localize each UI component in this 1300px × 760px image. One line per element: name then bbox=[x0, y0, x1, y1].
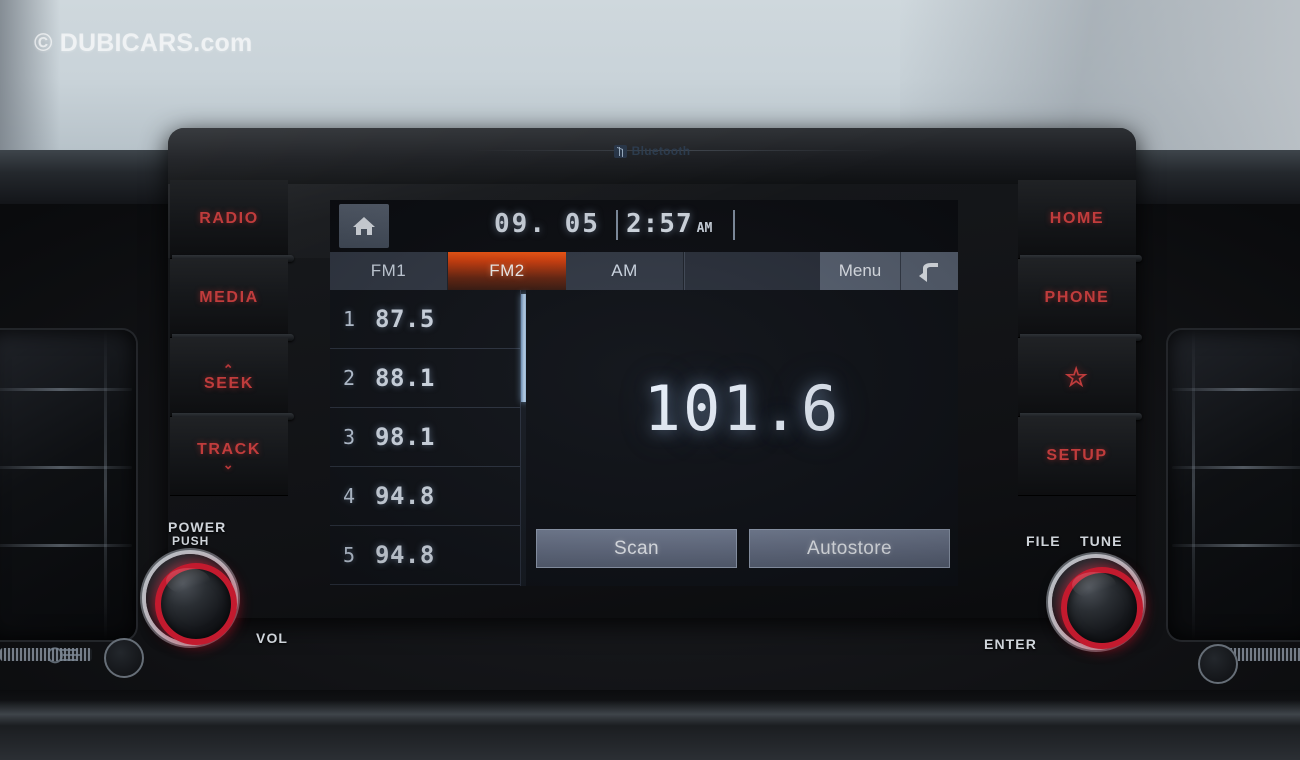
preset-number: 3 bbox=[343, 425, 356, 449]
tab-bar-filler bbox=[684, 252, 820, 290]
bluetooth-icon bbox=[613, 144, 627, 158]
scan-button[interactable]: Scan bbox=[536, 529, 737, 568]
phone-button-label: PHONE bbox=[1044, 289, 1110, 306]
status-separator bbox=[616, 210, 618, 240]
preset-list: 1 87.5 2 88.1 3 98.1 4 94.8 5 94.8 bbox=[330, 290, 528, 586]
infotainment-screen: 09. 05 2:57 AM FM1 FM2 AM Menu 1 87.5 2 … bbox=[330, 200, 958, 586]
left-button-column: RADIO MEDIA ⌃ SEEK TRACK ⌄ bbox=[170, 180, 294, 496]
right-button-column: HOME PHONE ☆ SETUP bbox=[1018, 180, 1142, 496]
preset-row[interactable]: 3 98.1 bbox=[330, 408, 526, 467]
bluetooth-label: Bluetooth bbox=[631, 144, 691, 158]
preset-frequency: 94.8 bbox=[375, 482, 435, 510]
vent-divider bbox=[104, 330, 107, 640]
tune-label: TUNE bbox=[1080, 533, 1123, 549]
preset-number: 1 bbox=[343, 307, 356, 331]
favorite-star-button[interactable]: ☆ bbox=[1018, 338, 1142, 420]
tune-enter-knob[interactable] bbox=[1052, 558, 1143, 649]
preset-frequency: 87.5 bbox=[375, 305, 435, 333]
dashboard-trim-sheen bbox=[0, 700, 1300, 726]
tab-am[interactable]: AM bbox=[566, 252, 684, 290]
tab-fm1-label: FM1 bbox=[370, 261, 407, 280]
preset-frequency: 98.1 bbox=[375, 423, 435, 451]
status-separator bbox=[733, 210, 735, 240]
vent-direction-dial-left[interactable] bbox=[104, 638, 144, 678]
radio-button-label: RADIO bbox=[199, 210, 259, 227]
seek-button-label: SEEK bbox=[204, 374, 254, 392]
seek-button[interactable]: ⌃ SEEK bbox=[170, 338, 294, 420]
tab-am-label: AM bbox=[611, 261, 638, 280]
screen-content: 1 87.5 2 88.1 3 98.1 4 94.8 5 94.8 101.6… bbox=[330, 290, 958, 586]
status-time-meridiem: AM bbox=[696, 221, 713, 236]
volume-label: VOL bbox=[256, 630, 289, 646]
preset-frequency: 88.1 bbox=[375, 364, 435, 392]
menu-button[interactable]: Menu bbox=[820, 252, 900, 290]
preset-row[interactable]: 2 88.1 bbox=[330, 349, 526, 408]
phone-button[interactable]: PHONE bbox=[1018, 259, 1142, 341]
tuner-panel: 101.6 Scan Autostore bbox=[526, 290, 958, 586]
home-button-label: HOME bbox=[1049, 210, 1105, 227]
media-button[interactable]: MEDIA bbox=[170, 259, 294, 341]
air-vent-left[interactable] bbox=[0, 330, 136, 640]
current-frequency: 101.6 bbox=[643, 372, 841, 445]
home-icon bbox=[353, 217, 375, 235]
status-time-value: 2:57 bbox=[626, 209, 693, 239]
status-date: 09. 05 bbox=[494, 209, 600, 239]
preset-number: 2 bbox=[343, 366, 356, 390]
bluetooth-badge: Bluetooth bbox=[168, 144, 1136, 158]
scan-button-label: Scan bbox=[614, 537, 659, 559]
vent-slat bbox=[0, 466, 132, 469]
setup-button-label: SETUP bbox=[1046, 447, 1108, 464]
radio-button[interactable]: RADIO bbox=[170, 180, 294, 262]
autostore-button-label: Autostore bbox=[807, 537, 892, 559]
vent-slat bbox=[0, 544, 132, 547]
back-arrow-icon bbox=[918, 263, 938, 282]
vent-direction-dial-right[interactable] bbox=[1198, 644, 1238, 684]
screen-status-bar: 09. 05 2:57 AM bbox=[330, 200, 958, 252]
vent-slat bbox=[0, 388, 132, 391]
preset-number: 4 bbox=[343, 484, 356, 508]
band-tab-bar: FM1 FM2 AM Menu bbox=[330, 252, 958, 290]
watermark: © DUBICARS.com bbox=[34, 29, 253, 57]
file-label: FILE bbox=[1026, 533, 1061, 549]
screen-home-button[interactable] bbox=[339, 204, 389, 248]
back-button[interactable] bbox=[900, 252, 958, 290]
tab-fm1[interactable]: FM1 bbox=[330, 252, 448, 290]
menu-button-label: Menu bbox=[838, 261, 882, 280]
autostore-button[interactable]: Autostore bbox=[749, 529, 950, 568]
preset-row[interactable]: 1 87.5 bbox=[330, 290, 526, 349]
home-button[interactable]: HOME bbox=[1018, 180, 1142, 262]
preset-number: 5 bbox=[343, 543, 356, 567]
star-icon: ☆ bbox=[1064, 362, 1090, 392]
chevron-down-icon: ⌄ bbox=[222, 456, 236, 472]
power-knob-label: POWER bbox=[168, 519, 227, 535]
car-infotainment-scene: Bluetooth RADIO MEDIA ⌃ SEEK TRACK ⌄ HOM… bbox=[0, 0, 1300, 760]
track-button[interactable]: TRACK ⌄ bbox=[170, 417, 288, 496]
track-button-label: TRACK bbox=[197, 440, 261, 458]
enter-label: ENTER bbox=[984, 636, 1037, 652]
power-volume-knob[interactable] bbox=[146, 554, 237, 645]
airflow-icon bbox=[48, 647, 81, 664]
media-button-label: MEDIA bbox=[199, 289, 259, 306]
setup-button[interactable]: SETUP bbox=[1018, 417, 1136, 496]
preset-row[interactable]: 5 94.8 bbox=[330, 526, 526, 585]
head-unit-top-bezel: Bluetooth bbox=[168, 128, 1136, 184]
status-clock: 2:57 AM bbox=[626, 209, 712, 239]
power-knob-sublabel: PUSH bbox=[172, 534, 210, 548]
tuner-action-row: Scan Autostore bbox=[536, 529, 950, 568]
vent-divider bbox=[1192, 330, 1195, 640]
air-vent-right[interactable] bbox=[1168, 330, 1300, 640]
preset-row[interactable]: 4 94.8 bbox=[330, 467, 526, 526]
chevron-up-icon: ⌃ bbox=[222, 361, 236, 377]
tab-fm2-label: FM2 bbox=[489, 261, 525, 280]
preset-frequency: 94.8 bbox=[375, 541, 435, 569]
tab-fm2[interactable]: FM2 bbox=[448, 252, 566, 290]
